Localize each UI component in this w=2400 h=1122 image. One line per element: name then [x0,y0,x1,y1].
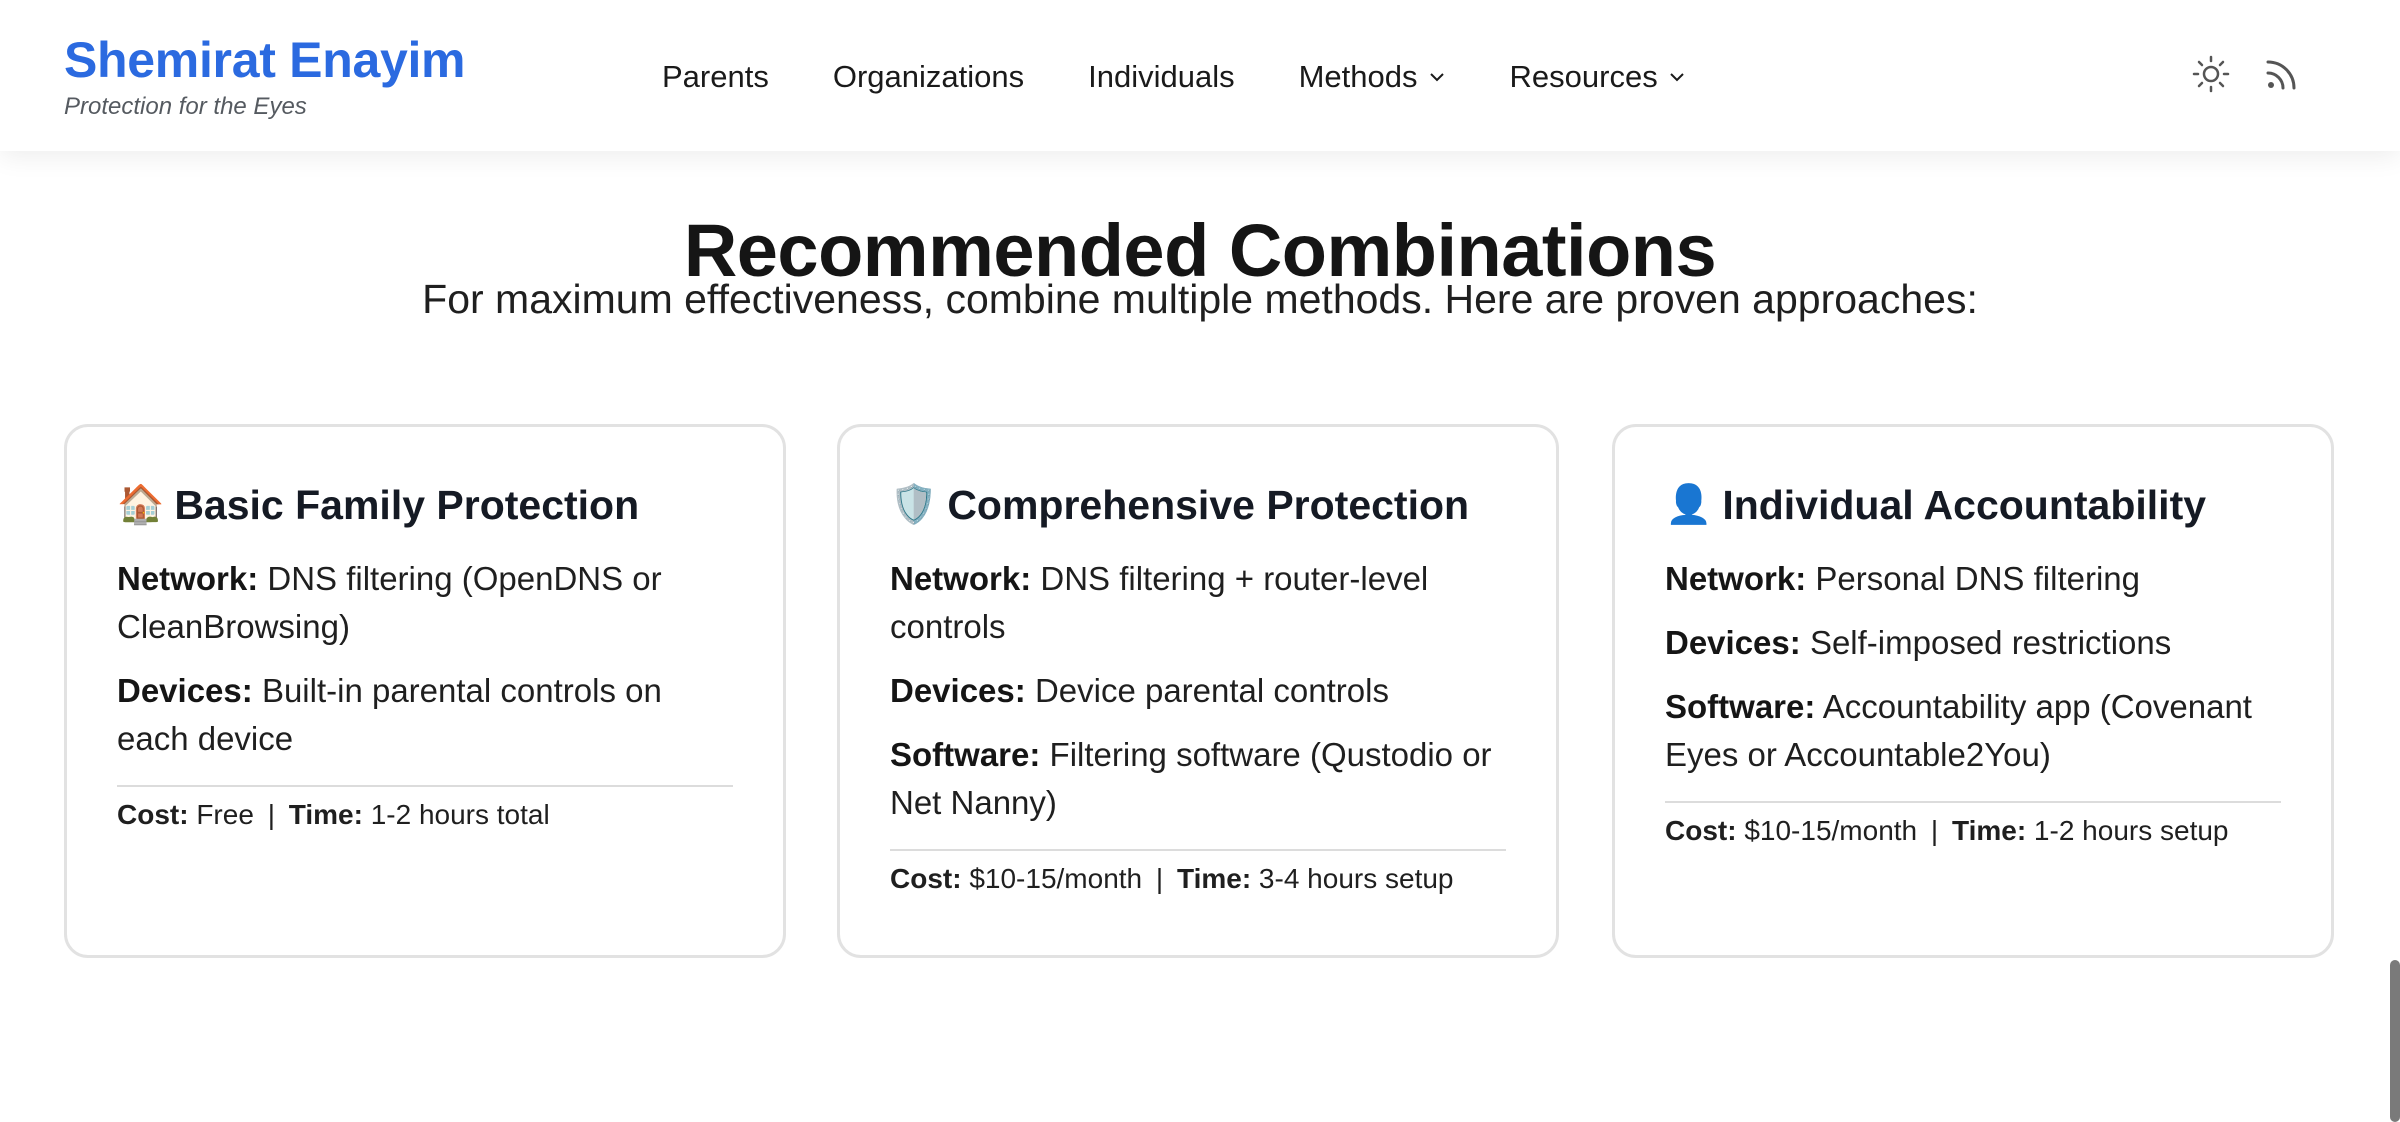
nav-label: Individuals [1088,59,1235,94]
sun-icon[interactable] [2189,52,2233,96]
cost-label: Cost: [890,863,962,894]
card-row-software: Software: Accountability app (Covenant E… [1665,683,2281,779]
card-row-software: Software: Filtering software (Qustodio o… [890,731,1506,827]
nav-resources-dropdown[interactable]: Resources [1510,59,1686,95]
time-label: Time: [288,799,363,830]
time-value: 1-2 hours total [370,799,550,830]
cost-label: Cost: [1665,815,1737,846]
chevron-down-icon [1669,73,1684,82]
row-key: Network: [890,560,1032,597]
separator: | [1930,815,1939,846]
section-subtitle: For maximum effectiveness, combine multi… [422,276,1978,322]
row-key: Software: [1665,688,1816,725]
person-icon: 👤 [1665,484,1713,526]
row-key: Network: [1665,560,1807,597]
row-value: Device parental controls [1034,672,1389,709]
separator: | [1155,863,1164,894]
nav-label: Methods [1298,59,1418,94]
nav-organizations[interactable]: Organizations [833,59,1024,95]
rss-icon[interactable] [2260,52,2304,96]
separator: | [267,799,275,830]
site-header: Shemirat Enayim Protection for the Eyes … [0,0,2400,151]
row-key: Network: [117,560,259,597]
cost-value: Free [196,799,254,830]
row-key: Devices: [117,672,253,709]
card-row-devices: Devices: Self-imposed restrictions [1665,619,2281,667]
card-title-text: Individual Accountability [1722,482,2207,528]
nav-individuals[interactable]: Individuals [1088,59,1234,95]
site-title[interactable]: Shemirat Enayim [64,28,466,92]
card-row-network: Network: DNS filtering (OpenDNS or Clean… [117,555,733,651]
card-title-text: Comprehensive Protection [947,482,1470,528]
nav-label: Parents [662,59,769,94]
row-key: Devices: [1665,624,1801,661]
scrollbar-thumb[interactable] [2390,960,2400,1122]
nav-label: Resources [1509,59,1658,94]
card-cost-time: Cost: $10-15/month | Time: 3-4 hours set… [890,849,1506,899]
card-cost-time: Cost: Free | Time: 1-2 hours total [117,785,733,835]
nav-label: Organizations [832,59,1025,94]
time-label: Time: [1176,863,1252,894]
house-icon: 🏠 [117,484,165,526]
card-cost-time: Cost: $10-15/month | Time: 1-2 hours set… [1665,801,2281,851]
main-nav: Parents Organizations Individuals Method… [662,52,1750,102]
time-label: Time: [1951,815,2027,846]
card-title: 🏠 Basic Family Protection [117,477,733,533]
card-row-network: Network: Personal DNS filtering [1665,555,2281,603]
site-tagline: Protection for the Eyes [64,93,307,120]
card-row-devices: Devices: Built-in parental controls on e… [117,667,733,763]
row-key: Software: [890,736,1041,773]
cost-value: $10-15/month [969,863,1143,894]
brand[interactable]: Shemirat Enayim Protection for the Eyes [64,28,466,122]
cost-value: $10-15/month [1744,815,1918,846]
card-title: 👤 Individual Accountability [1665,477,2281,533]
card-row-network: Network: DNS filtering + router-level co… [890,555,1506,651]
time-value: 3-4 hours setup [1258,863,1454,894]
combination-cards: 🏠 Basic Family Protection Network: DNS f… [64,424,2336,962]
cost-label: Cost: [117,799,189,830]
row-value: Self-imposed restrictions [1809,624,2172,661]
nav-parents[interactable]: Parents [662,59,769,95]
combination-card: 🏠 Basic Family Protection Network: DNS f… [64,424,786,958]
shield-icon: 🛡️ [890,484,938,526]
time-value: 1-2 hours setup [2033,815,2229,846]
card-title: 🛡️ Comprehensive Protection [890,477,1506,533]
card-title-text: Basic Family Protection [174,482,640,528]
combination-card: 🛡️ Comprehensive Protection Network: DNS… [837,424,1559,958]
card-row-devices: Devices: Device parental controls [890,667,1506,715]
nav-methods-dropdown[interactable]: Methods [1299,59,1446,95]
row-value: Personal DNS filtering [1815,560,2140,597]
row-key: Devices: [890,672,1026,709]
chevron-down-icon [1429,73,1444,82]
combination-card: 👤 Individual Accountability Network: Per… [1612,424,2334,958]
